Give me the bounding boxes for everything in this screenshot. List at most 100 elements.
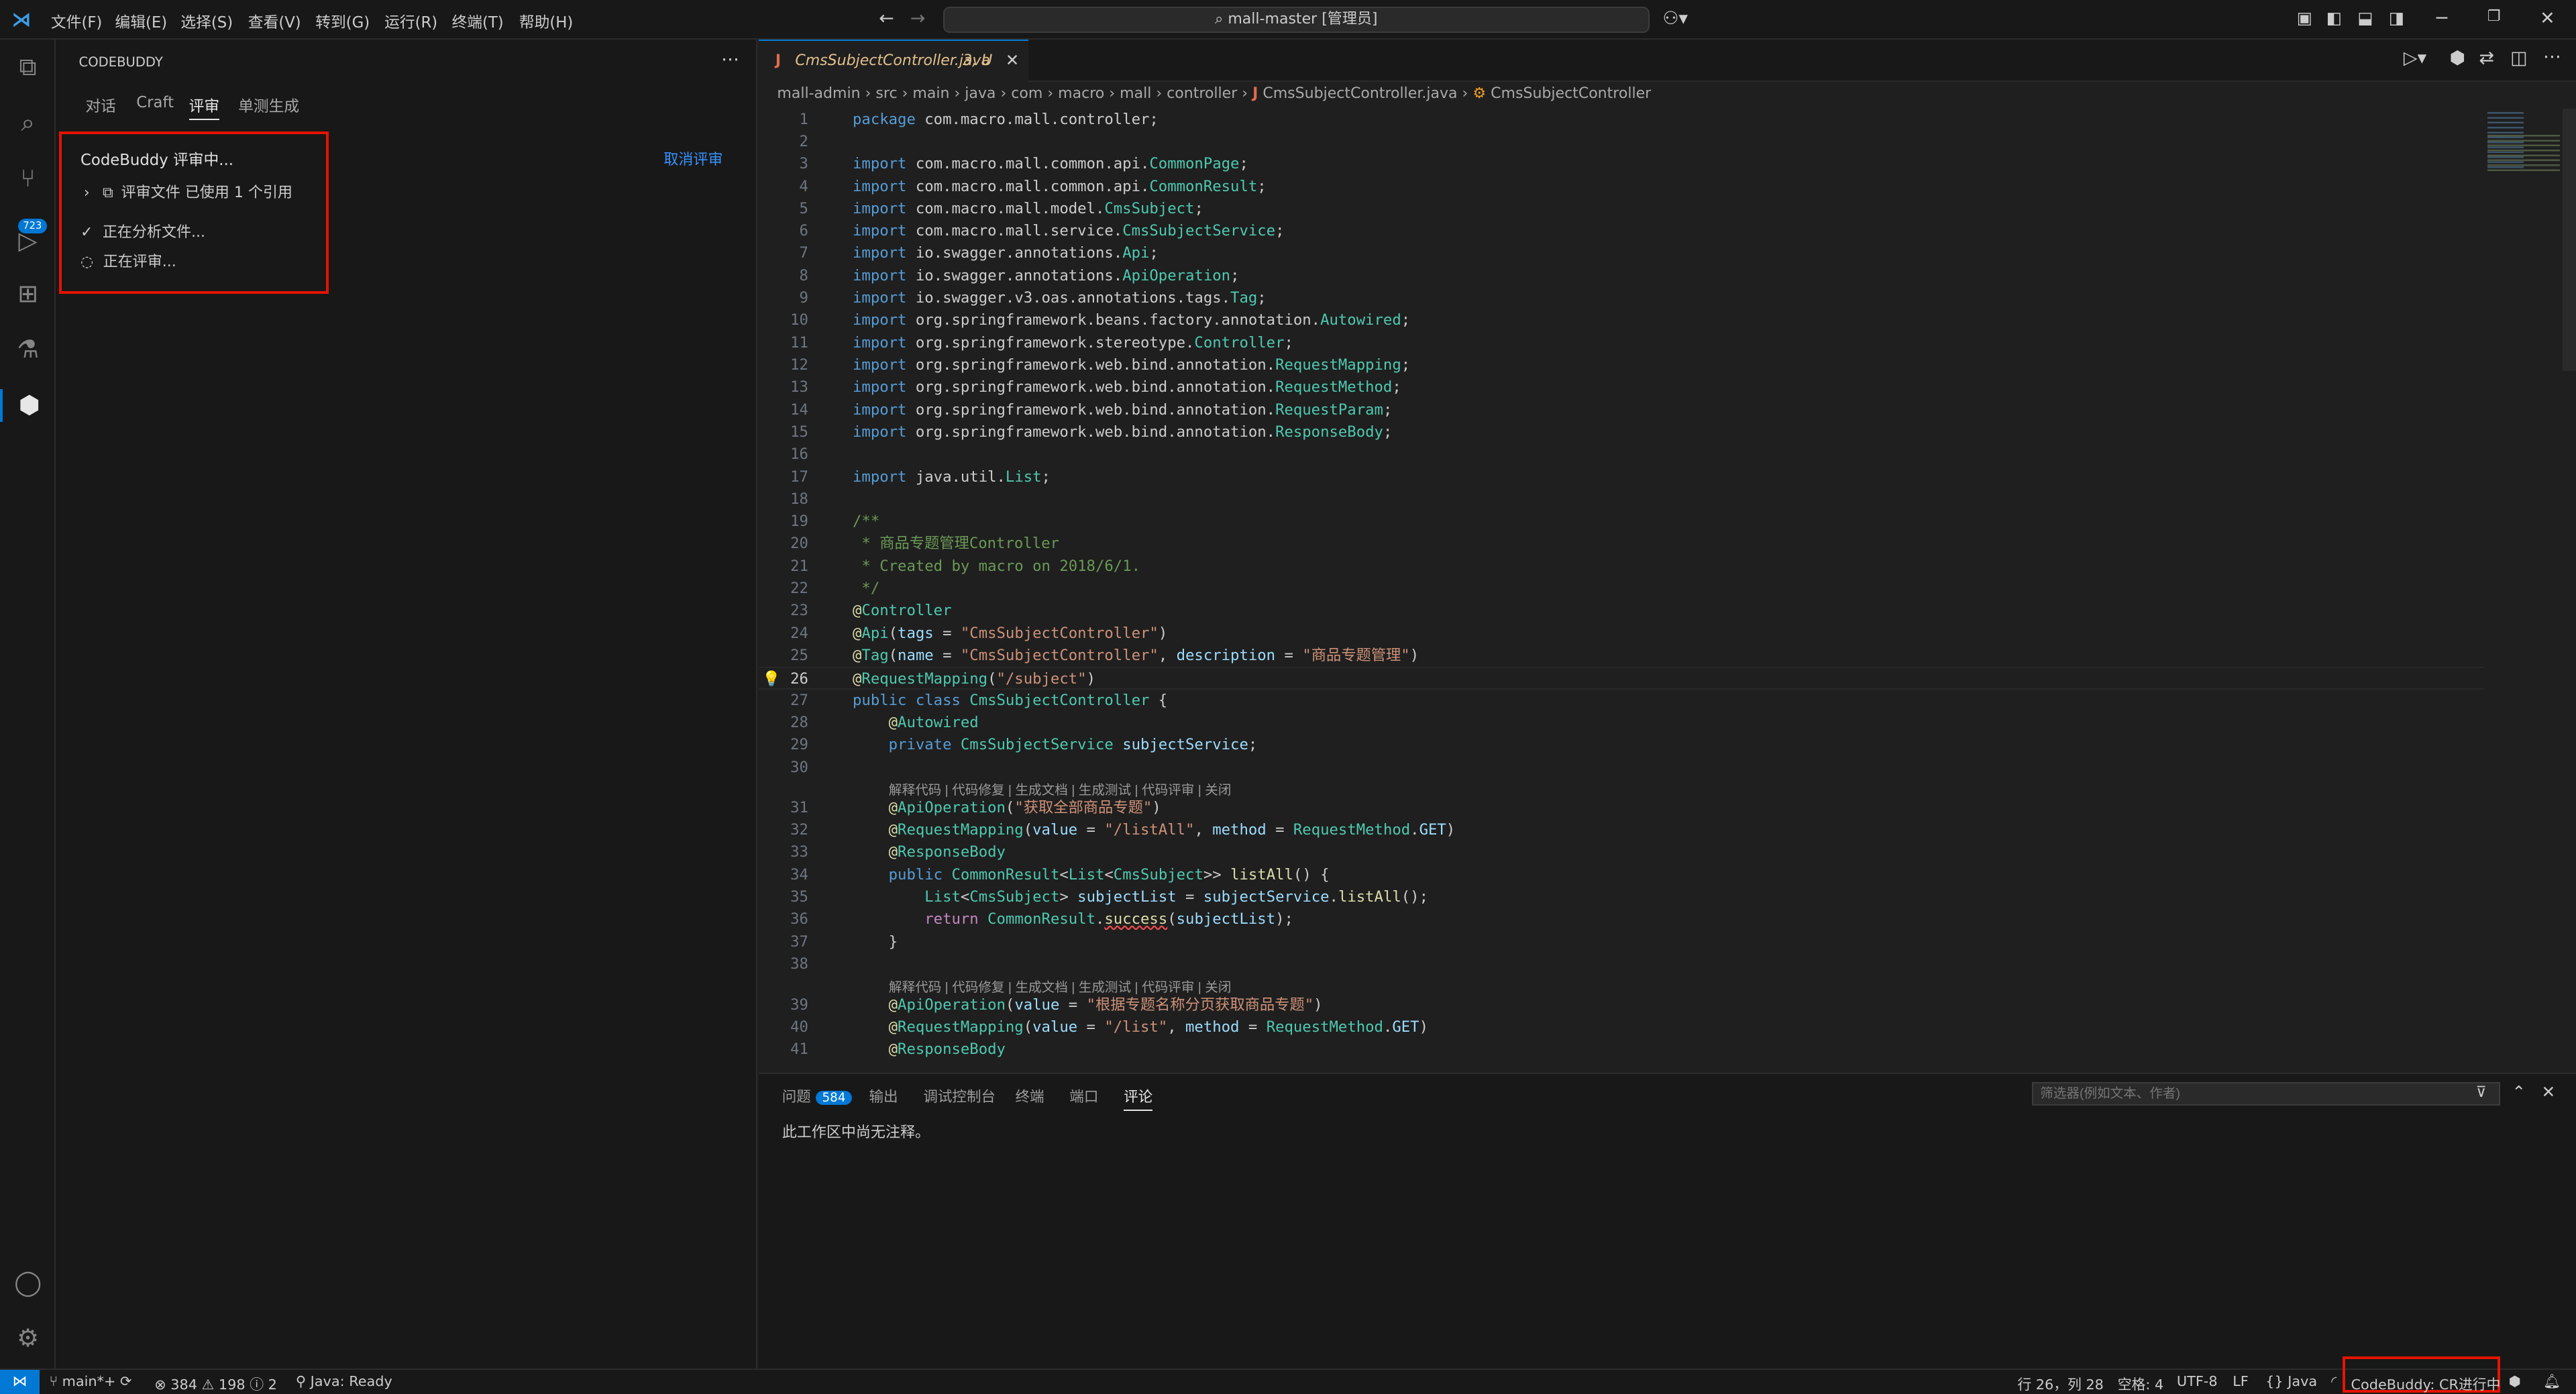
breadcrumb-item[interactable]: mall <box>1120 85 1151 102</box>
codebuddy-action-icon[interactable]: ⬢ <box>2449 48 2465 68</box>
warning-icon: ⚠ <box>201 1376 215 1393</box>
maximize-panel-icon[interactable]: ⌃ <box>2512 1082 2526 1102</box>
extensions-icon[interactable]: ⊞ <box>11 278 44 311</box>
breadcrumb: mall-admin › src › main › java › com › m… <box>759 82 2576 109</box>
codebuddy-status[interactable]: CodeBuddy: CR进行中 <box>2351 1373 2501 1393</box>
tab-ports[interactable]: 端口 <box>1069 1085 1098 1106</box>
language-mode[interactable]: {} Java <box>2265 1373 2317 1389</box>
search-icon: ⌕ <box>1215 10 1228 28</box>
java-file-icon: J <box>775 52 782 69</box>
toggle-sidebar-icon[interactable]: ◧ <box>2326 8 2342 28</box>
breadcrumb-item[interactable]: CmsSubjectController <box>1491 85 1651 102</box>
tab-terminal[interactable]: 终端 <box>1015 1085 1044 1106</box>
tab-output[interactable]: 输出 <box>869 1085 898 1106</box>
braces-icon: {} <box>2265 1373 2284 1389</box>
remote-indicator-icon[interactable]: ⋈ <box>0 1370 40 1394</box>
menu-view[interactable]: 查看(V) <box>248 10 301 32</box>
testing-icon[interactable]: ⚗ <box>11 333 44 366</box>
review-files-row[interactable]: › ⧉ 评审文件 已使用 1 个引用 <box>84 180 292 202</box>
tab-comments[interactable]: 评论 <box>1124 1085 1153 1112</box>
breadcrumb-item[interactable]: java <box>965 85 996 102</box>
explorer-icon[interactable]: ⧉ <box>11 51 44 84</box>
cancel-review-button[interactable]: 取消评审 <box>663 148 722 169</box>
error-icon: ⊗ <box>154 1376 166 1393</box>
minimize-icon[interactable]: ─ <box>2436 8 2447 29</box>
sidebar-title: CODEBUDDY <box>78 54 163 70</box>
forward-arrow-icon[interactable]: → <box>910 8 926 29</box>
scrollbar-thumb[interactable] <box>2563 108 2576 372</box>
breadcrumb-item[interactable]: src <box>875 85 897 102</box>
bottom-panel: 问题 584 输出 调试控制台 终端 端口 评论 ⊽ ⌃ ✕ 此工作区中尚无注释… <box>759 1073 2576 1369</box>
vscode-window: ⋊ 文件(F) 编辑(E) 选择(S) 查看(V) 转到(G) 运行(R) 终端… <box>0 0 2576 1394</box>
tab-problems[interactable]: 问题 584 <box>782 1085 853 1106</box>
breadcrumb-item[interactable]: main <box>912 85 949 102</box>
more-editor-actions-icon[interactable]: ⋯ <box>2543 46 2561 67</box>
menu-file[interactable]: 文件(F) <box>51 10 102 32</box>
java-file-icon: J <box>1252 85 1258 103</box>
search-icon[interactable]: ⌕ <box>11 107 44 140</box>
menu-help[interactable]: 帮助(H) <box>519 10 573 32</box>
indentation[interactable]: 空格: 4 <box>2118 1373 2163 1393</box>
git-branch[interactable]: ⑂ main*+ ⟳ <box>49 1373 131 1389</box>
codebuddy-status-icon[interactable]: ⬢ <box>2509 1373 2521 1389</box>
loading-spinner-icon: ◌ <box>80 254 94 271</box>
menu-run[interactable]: 运行(R) <box>384 10 437 32</box>
menu-selection[interactable]: 选择(S) <box>180 10 233 32</box>
code-editor[interactable]: 1 package com.macro.mall.controller; 2 3i… <box>759 109 2484 1073</box>
reviewing-step: ◌ 正在评审... <box>80 254 176 271</box>
split-editor-icon[interactable]: ◫ <box>2510 48 2527 68</box>
encoding[interactable]: UTF-8 <box>2177 1373 2218 1389</box>
check-icon: ✓ <box>80 224 93 242</box>
close-window-icon[interactable]: ✕ <box>2540 8 2555 29</box>
compare-icon[interactable]: ⇄ <box>2479 48 2495 68</box>
breadcrumb-item[interactable]: mall-admin <box>777 85 860 102</box>
editor-tab[interactable]: J CmsSubjectController.java 3, U ✕ <box>759 39 1029 83</box>
restore-icon[interactable]: ❐ <box>2487 8 2501 25</box>
breadcrumb-item[interactable]: com <box>1011 85 1042 102</box>
back-arrow-icon[interactable]: ← <box>879 8 894 29</box>
close-panel-icon[interactable]: ✕ <box>2542 1082 2556 1102</box>
settings-gear-icon[interactable]: ⚙ <box>11 1322 44 1355</box>
breadcrumb-item[interactable]: controller <box>1167 85 1237 102</box>
run-icon[interactable]: ▷▾ <box>2404 48 2426 68</box>
minimap[interactable] <box>2484 108 2576 1073</box>
status-bar: ⋈ ⑂ main*+ ⟳ ⊗ 384 ⚠ 198 ⓘ 2 ⚲ Java: Rea… <box>0 1356 2576 1394</box>
tab-filename: CmsSubjectController.java <box>795 52 990 69</box>
problems-summary[interactable]: ⊗ 384 ⚠ 198 ⓘ 2 <box>154 1373 277 1393</box>
breadcrumb-item[interactable]: CmsSubjectController.java <box>1263 85 1457 102</box>
tab-chat[interactable]: 对话 <box>85 94 116 116</box>
java-status[interactable]: ⚲ Java: Ready <box>296 1373 392 1389</box>
info-icon: ⓘ <box>250 1376 264 1393</box>
menu-go[interactable]: 转到(G) <box>315 10 370 32</box>
code-lens-actions[interactable]: 解释代码 | 代码修复 | 生成文档 | 生成测试 | 代码评审 | 关闭 <box>889 976 1232 996</box>
tab-debug-console[interactable]: 调试控制台 <box>923 1085 996 1106</box>
menu-edit[interactable]: 编辑(E) <box>115 10 167 32</box>
notifications-bell-icon[interactable]: 🔔︎ <box>2543 1373 2561 1390</box>
command-center[interactable]: ⌕ mall-master [管理员] <box>943 6 1650 33</box>
customize-layout-icon[interactable]: ▣ <box>2297 8 2312 28</box>
title-bar: ⋊ 文件(F) 编辑(E) 选择(S) 查看(V) 转到(G) 运行(R) 终端… <box>0 0 2576 40</box>
comments-filter-input[interactable] <box>2032 1082 2501 1106</box>
account-icon[interactable]: ◯ <box>11 1267 44 1299</box>
tab-review[interactable]: 评审 <box>189 94 220 121</box>
analyzing-step: ✓ 正在分析文件... <box>80 224 206 242</box>
close-tab-icon[interactable]: ✕ <box>1006 50 1020 70</box>
source-control-icon[interactable]: ⑂ <box>11 162 44 195</box>
run-debug-icon[interactable]: ▷ <box>11 225 44 258</box>
toggle-panel-icon[interactable]: ⬓ <box>2357 8 2373 28</box>
problems-count-badge: 584 <box>815 1091 853 1106</box>
tab-craft[interactable]: Craft <box>136 94 174 111</box>
sync-icon: ⟳ <box>120 1373 132 1389</box>
codebuddy-icon[interactable]: ⬢ <box>0 389 56 423</box>
tab-unit-test[interactable]: 单测生成 <box>238 94 299 116</box>
codebuddy-sidebar: CODEBUDDY ⋯ 对话 Craft 评审 单测生成 CodeBuddy 评… <box>56 39 757 1369</box>
code-lens-actions[interactable]: 解释代码 | 代码修复 | 生成文档 | 生成测试 | 代码评审 | 关闭 <box>889 779 1232 798</box>
cursor-position[interactable]: 行 26，列 28 <box>2017 1373 2104 1393</box>
menu-terminal[interactable]: 终端(T) <box>451 10 503 32</box>
filter-icon[interactable]: ⊽ <box>2476 1084 2487 1101</box>
toggle-secondary-sidebar-icon[interactable]: ◨ <box>2389 8 2404 28</box>
copilot-icon[interactable]: ⚇▾ <box>1662 8 1688 29</box>
breadcrumb-item[interactable]: macro <box>1058 85 1104 102</box>
more-actions-icon[interactable]: ⋯ <box>721 49 739 70</box>
line-ending[interactable]: LF <box>2233 1373 2249 1389</box>
